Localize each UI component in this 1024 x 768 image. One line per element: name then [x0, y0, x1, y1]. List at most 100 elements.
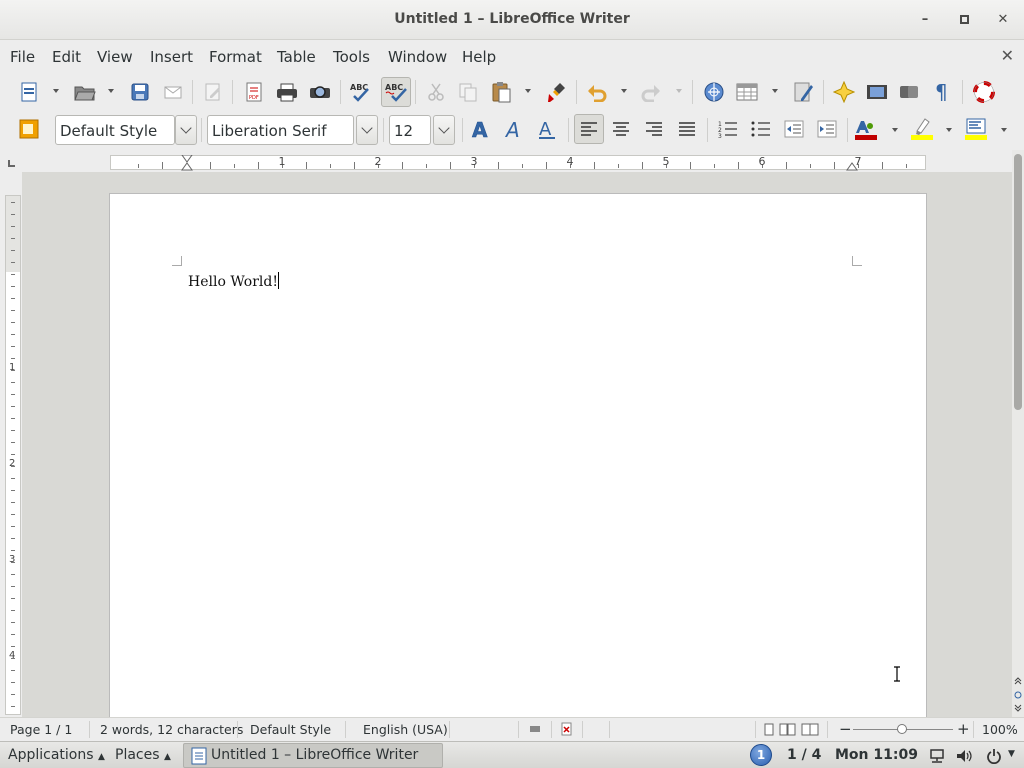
paragraph-style-select[interactable]: Default Style: [55, 115, 175, 145]
draw-functions-icon[interactable]: [791, 79, 817, 105]
clock[interactable]: Mon 11:09: [835, 747, 918, 763]
open-dropdown-icon[interactable]: [108, 89, 114, 93]
indent-marker-icon[interactable]: [181, 155, 193, 171]
data-sources-icon[interactable]: [896, 79, 922, 105]
numbering-icon[interactable]: 123: [715, 116, 741, 142]
underline-icon[interactable]: A: [534, 116, 560, 142]
print-icon[interactable]: [274, 79, 300, 105]
edit-mode-icon[interactable]: [200, 79, 226, 105]
page-count[interactable]: Page 1 / 1: [10, 722, 72, 737]
menu-help[interactable]: Help: [462, 48, 496, 66]
document-paragraph[interactable]: Hello World!: [188, 274, 278, 290]
justify-icon[interactable]: [674, 116, 700, 142]
places-menu[interactable]: Places ▲: [115, 747, 171, 763]
menu-window[interactable]: Window: [388, 48, 447, 66]
undo-icon[interactable]: [584, 79, 610, 105]
font-color-icon[interactable]: [853, 116, 879, 142]
menu-table[interactable]: Table: [277, 48, 316, 66]
background-color-dropdown-icon[interactable]: [1001, 128, 1007, 132]
menu-view[interactable]: View: [97, 48, 133, 66]
paste-dropdown-icon[interactable]: [525, 89, 531, 93]
font-color-dropdown-icon[interactable]: [892, 128, 898, 132]
horizontal-ruler[interactable]: 1 2 3 4 5 6 7: [110, 155, 926, 171]
zoom-out-button[interactable]: −: [839, 720, 852, 738]
page-navigation-icon[interactable]: [1014, 677, 1022, 713]
zoom-slider-thumb[interactable]: [897, 724, 907, 734]
auto-spellcheck-icon[interactable]: ABC: [381, 77, 411, 107]
highlight-dropdown-icon[interactable]: [946, 128, 952, 132]
menu-insert[interactable]: Insert: [150, 48, 193, 66]
power-icon[interactable]: [986, 748, 1002, 764]
workspace-badge[interactable]: 1: [750, 744, 772, 766]
email-document-icon[interactable]: [160, 79, 186, 105]
font-size-select[interactable]: 12: [389, 115, 431, 145]
redo-icon[interactable]: [638, 79, 664, 105]
align-right-icon[interactable]: [641, 116, 667, 142]
taskbar-window-button[interactable]: Untitled 1 – LibreOffice Writer: [183, 743, 443, 768]
zoom-in-button[interactable]: +: [957, 720, 970, 738]
network-icon[interactable]: [929, 748, 945, 764]
undo-dropdown-icon[interactable]: [621, 89, 627, 93]
scrollbar-thumb[interactable]: [1014, 154, 1022, 410]
save-icon[interactable]: [127, 79, 153, 105]
applications-menu[interactable]: Applications ▲: [8, 747, 105, 763]
increase-indent-icon[interactable]: [814, 116, 840, 142]
bullets-icon[interactable]: [748, 116, 774, 142]
clone-formatting-icon[interactable]: [544, 79, 570, 105]
book-view-icon[interactable]: [801, 723, 819, 736]
formatting-marks-icon[interactable]: ¶: [930, 79, 956, 105]
gallery-icon[interactable]: [864, 79, 890, 105]
bold-icon[interactable]: A: [468, 116, 494, 142]
single-page-view-icon[interactable]: [764, 723, 774, 736]
italic-icon[interactable]: A: [501, 116, 527, 142]
cut-icon[interactable]: [423, 79, 449, 105]
redo-dropdown-icon[interactable]: [676, 89, 682, 93]
copy-icon[interactable]: [455, 79, 481, 105]
align-left-icon[interactable]: [574, 114, 604, 144]
vertical-scrollbar[interactable]: [1012, 150, 1024, 717]
spelling-icon[interactable]: ABC: [348, 79, 374, 105]
new-dropdown-icon[interactable]: [53, 89, 59, 93]
hyperlink-icon[interactable]: [701, 79, 727, 105]
document-canvas[interactable]: Hello World!: [22, 172, 1012, 717]
maximize-button[interactable]: [954, 10, 974, 30]
ruler-tab-stop-icon[interactable]: [8, 160, 15, 167]
word-count[interactable]: 2 words, 12 characters: [100, 722, 243, 737]
menu-format[interactable]: Format: [209, 48, 262, 66]
paragraph-style-dropdown-icon[interactable]: [175, 115, 197, 145]
document-text[interactable]: Hello World!: [188, 272, 279, 290]
language[interactable]: English (USA): [363, 722, 448, 737]
decrease-indent-icon[interactable]: [781, 116, 807, 142]
insert-table-icon[interactable]: [734, 79, 760, 105]
export-pdf-icon[interactable]: PDF: [241, 79, 267, 105]
open-folder-icon[interactable]: [72, 79, 98, 105]
multi-page-view-icon[interactable]: [779, 723, 797, 736]
menu-tools[interactable]: Tools: [333, 48, 370, 66]
menu-edit[interactable]: Edit: [52, 48, 81, 66]
align-center-icon[interactable]: [608, 116, 634, 142]
highlight-color-icon[interactable]: [909, 116, 935, 142]
close-button[interactable]: ✕: [993, 10, 1013, 30]
selection-mode-icon[interactable]: [529, 723, 541, 735]
page-style[interactable]: Default Style: [250, 722, 331, 737]
font-size-dropdown-icon[interactable]: [433, 115, 455, 145]
close-document-button[interactable]: ✕: [1001, 46, 1014, 65]
font-name-select[interactable]: Liberation Serif: [207, 115, 354, 145]
vertical-ruler[interactable]: 1 2 3 4: [5, 195, 21, 715]
triangle-down-icon[interactable]: ▼: [1008, 749, 1015, 759]
volume-icon[interactable]: [955, 748, 973, 764]
paste-icon[interactable]: [488, 79, 514, 105]
print-preview-icon[interactable]: [307, 79, 333, 105]
workspace-indicator[interactable]: 1 / 4: [787, 747, 821, 763]
help-icon[interactable]: [971, 79, 997, 105]
zoom-level[interactable]: 100%: [982, 722, 1018, 737]
font-name-dropdown-icon[interactable]: [356, 115, 378, 145]
navigator-icon[interactable]: [831, 79, 857, 105]
minimize-button[interactable]: –: [915, 10, 935, 30]
right-indent-marker-icon[interactable]: [846, 162, 858, 171]
menu-file[interactable]: File: [10, 48, 35, 66]
background-color-icon[interactable]: [963, 116, 989, 142]
table-dropdown-icon[interactable]: [772, 89, 778, 93]
styles-formatting-icon[interactable]: [16, 116, 42, 142]
new-document-icon[interactable]: [16, 79, 42, 105]
